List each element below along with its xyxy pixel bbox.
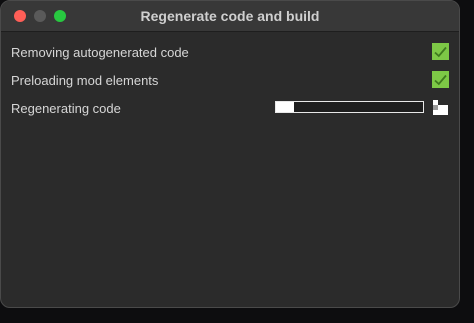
loading-icon xyxy=(433,100,449,116)
regenerate-progress-bar xyxy=(275,101,424,113)
task-row-preload-elements: Preloading mod elements xyxy=(11,69,449,91)
task-label: Regenerating code xyxy=(11,100,121,116)
task-row-remove-autogenerated: Removing autogenerated code xyxy=(11,41,449,63)
maximize-window-button[interactable] xyxy=(54,10,66,22)
checkmark-icon xyxy=(432,43,449,60)
close-window-button[interactable] xyxy=(14,10,26,22)
checkmark-icon xyxy=(432,71,449,88)
task-label: Removing autogenerated code xyxy=(11,44,189,60)
task-label: Preloading mod elements xyxy=(11,72,159,88)
regenerate-dialog-window: Regenerate code and build Removing autog… xyxy=(0,0,460,308)
task-row-regenerate-code: Regenerating code xyxy=(11,97,449,119)
minimize-window-button[interactable] xyxy=(34,10,46,22)
window-controls xyxy=(14,10,66,22)
title-bar[interactable]: Regenerate code and build xyxy=(1,1,459,32)
progress-fill xyxy=(276,102,294,112)
window-title: Regenerate code and build xyxy=(140,8,320,24)
